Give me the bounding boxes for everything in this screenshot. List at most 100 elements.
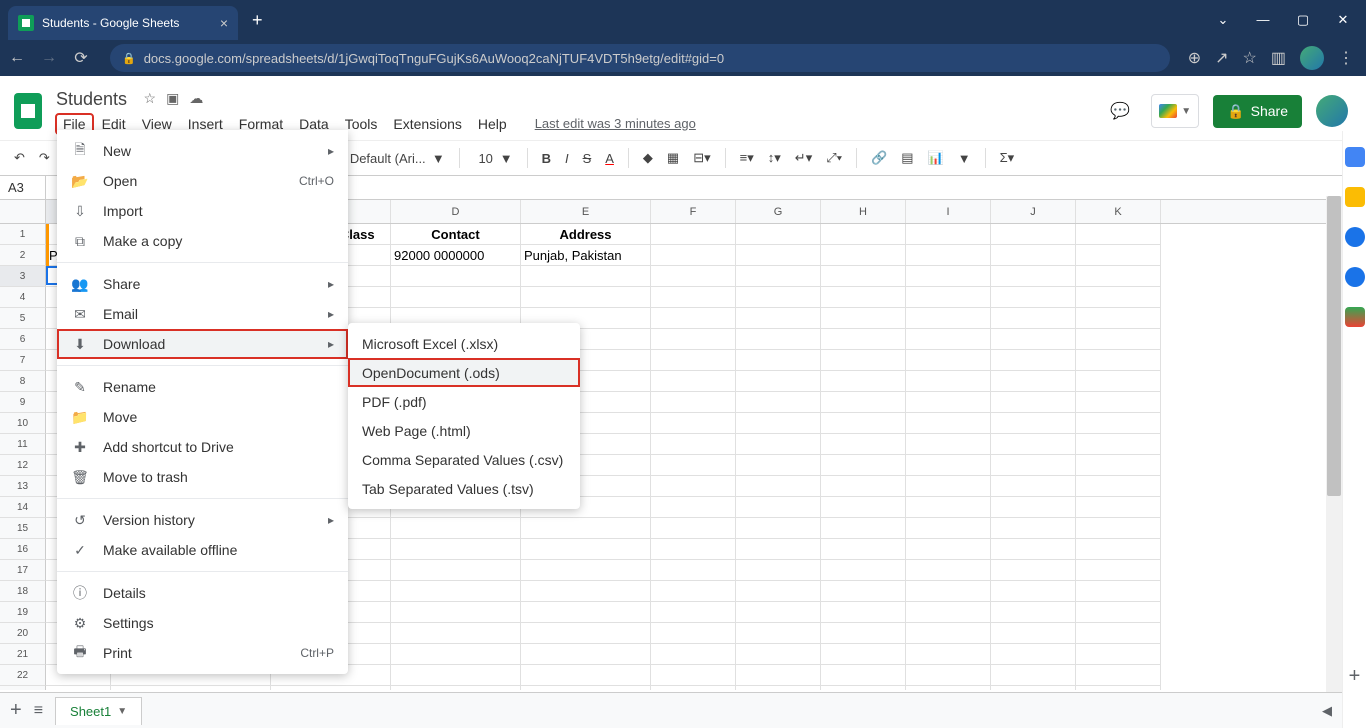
functions-button[interactable]: Σ▾ — [996, 148, 1019, 168]
cell[interactable] — [991, 539, 1076, 560]
contacts-icon[interactable] — [1345, 267, 1365, 287]
cell[interactable] — [1076, 686, 1161, 690]
cell[interactable] — [1076, 266, 1161, 287]
row-header[interactable]: 5 — [0, 308, 46, 329]
tab-search-icon[interactable]: ⌄ — [1216, 12, 1230, 28]
cell[interactable] — [521, 266, 651, 287]
close-tab-icon[interactable]: × — [220, 15, 228, 31]
cell[interactable] — [821, 455, 906, 476]
cell[interactable] — [391, 581, 521, 602]
file-menu-item[interactable]: ⓘDetails — [57, 578, 348, 608]
cell[interactable] — [736, 287, 821, 308]
cell[interactable] — [1076, 308, 1161, 329]
cell[interactable] — [651, 455, 736, 476]
download-option[interactable]: Comma Separated Values (.csv) — [348, 445, 580, 474]
row-header[interactable]: 13 — [0, 476, 46, 497]
cell[interactable] — [736, 686, 821, 690]
cell[interactable] — [521, 644, 651, 665]
reload-icon[interactable]: ⟳ — [72, 49, 90, 67]
cell[interactable] — [651, 581, 736, 602]
chrome-menu-icon[interactable]: ⋮ — [1338, 48, 1354, 68]
file-menu-item[interactable]: ⧉Make a copy — [57, 226, 348, 256]
cell[interactable] — [391, 686, 521, 690]
cell[interactable] — [391, 560, 521, 581]
cell[interactable] — [1076, 455, 1161, 476]
cell[interactable] — [736, 434, 821, 455]
cell[interactable] — [736, 560, 821, 581]
cell[interactable] — [1076, 434, 1161, 455]
cell[interactable] — [991, 308, 1076, 329]
cell[interactable] — [821, 644, 906, 665]
cell[interactable] — [991, 665, 1076, 686]
file-menu-item[interactable]: ⇩Import — [57, 196, 348, 226]
cell[interactable] — [821, 245, 906, 266]
back-icon[interactable]: ← — [8, 49, 26, 67]
cell[interactable] — [391, 644, 521, 665]
cell[interactable] — [991, 581, 1076, 602]
row-header[interactable]: 7 — [0, 350, 46, 371]
cell[interactable] — [1076, 476, 1161, 497]
halign-button[interactable]: ≡▾ — [736, 148, 758, 168]
cell[interactable] — [991, 413, 1076, 434]
cell[interactable] — [821, 665, 906, 686]
file-menu-item[interactable]: 📂OpenCtrl+O — [57, 166, 348, 196]
cell[interactable] — [391, 287, 521, 308]
cell[interactable] — [821, 308, 906, 329]
cell[interactable] — [736, 329, 821, 350]
cell[interactable] — [906, 602, 991, 623]
vertical-scrollbar[interactable] — [1326, 196, 1342, 692]
cell[interactable] — [906, 455, 991, 476]
url-field[interactable]: 🔒 docs.google.com/spreadsheets/d/1jGwqiT… — [110, 44, 1170, 72]
cell[interactable] — [651, 266, 736, 287]
cell[interactable] — [821, 350, 906, 371]
share-button[interactable]: 🔒 Share — [1213, 95, 1302, 128]
font-select[interactable]: Default (Ari...▼ — [346, 149, 449, 168]
cell[interactable] — [651, 308, 736, 329]
bookmark-icon[interactable]: ☆ — [1243, 48, 1257, 68]
cell[interactable] — [1076, 224, 1161, 245]
fill-color-button[interactable]: ◆ — [639, 148, 657, 168]
cell[interactable] — [906, 518, 991, 539]
text-color-button[interactable]: A — [601, 149, 618, 168]
cell[interactable] — [651, 371, 736, 392]
undo-button[interactable]: ↶ — [10, 148, 29, 168]
cell[interactable] — [1076, 371, 1161, 392]
select-all-corner[interactable] — [0, 200, 46, 223]
cell[interactable] — [521, 623, 651, 644]
cell[interactable] — [821, 434, 906, 455]
cell[interactable] — [906, 560, 991, 581]
cell[interactable] — [651, 287, 736, 308]
cell[interactable] — [991, 371, 1076, 392]
download-option[interactable]: Web Page (.html) — [348, 416, 580, 445]
link-button[interactable]: 🔗 — [867, 148, 891, 168]
forward-icon[interactable]: → — [40, 49, 58, 67]
cell[interactable] — [651, 350, 736, 371]
name-box[interactable]: A3 — [0, 176, 46, 199]
cell[interactable] — [391, 518, 521, 539]
row-header[interactable]: 18 — [0, 581, 46, 602]
cell[interactable] — [736, 644, 821, 665]
cell[interactable] — [1076, 560, 1161, 581]
col-header[interactable]: K — [1076, 200, 1161, 223]
cell[interactable] — [906, 476, 991, 497]
file-menu-item[interactable]: ✎Rename — [57, 372, 348, 402]
cell[interactable] — [821, 266, 906, 287]
row-header[interactable]: 2 — [0, 245, 46, 266]
cell[interactable] — [906, 266, 991, 287]
close-window-icon[interactable]: ✕ — [1336, 12, 1350, 28]
meet-button[interactable]: ▼ — [1151, 94, 1199, 128]
wrap-button[interactable]: ↵▾ — [791, 148, 816, 168]
cell[interactable] — [651, 623, 736, 644]
row-header[interactable]: 12 — [0, 455, 46, 476]
cell[interactable] — [991, 686, 1076, 690]
cell[interactable] — [111, 686, 271, 690]
cell[interactable] — [736, 539, 821, 560]
cell[interactable] — [906, 371, 991, 392]
cell[interactable] — [906, 581, 991, 602]
row-header[interactable]: 20 — [0, 623, 46, 644]
file-menu-item[interactable]: ✚Add shortcut to Drive — [57, 432, 348, 462]
cell[interactable] — [906, 434, 991, 455]
star-icon[interactable]: ☆ — [144, 90, 157, 107]
cell[interactable]: Punjab, Pakistan — [521, 245, 651, 266]
profile-avatar[interactable] — [1300, 46, 1324, 70]
